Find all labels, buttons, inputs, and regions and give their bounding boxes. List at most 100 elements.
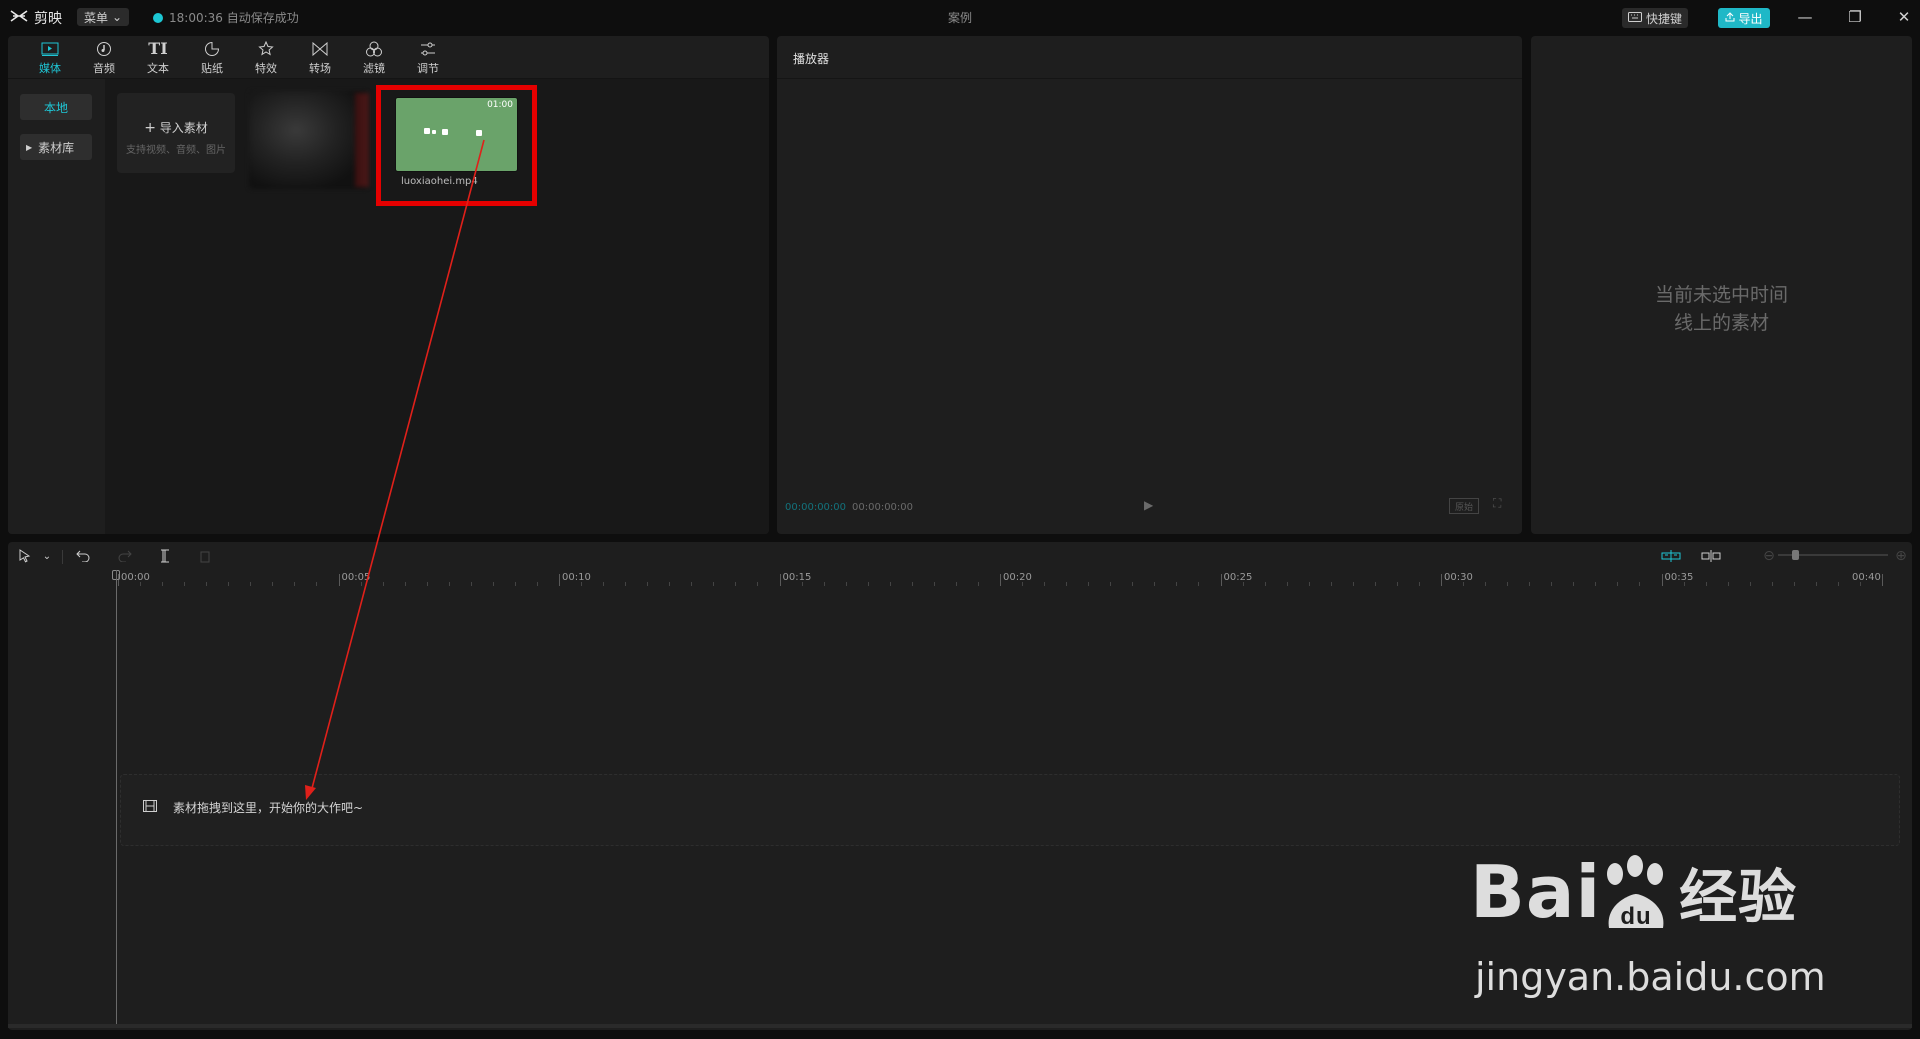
caret-right-icon: ▶ <box>26 142 33 152</box>
undo-icon[interactable] <box>74 548 92 564</box>
audio-icon <box>94 40 114 58</box>
text-icon: TI <box>148 38 168 58</box>
aspect-ratio-button[interactable]: 原始 <box>1449 498 1479 514</box>
ruler-minor-tick <box>294 582 296 586</box>
ruler-major-tick <box>1000 574 1001 586</box>
restore-icon[interactable]: ❐ <box>1840 7 1870 27</box>
properties-placeholder: 当前未选中时间 线上的素材 <box>1531 281 1912 337</box>
ruler-minor-tick <box>162 582 164 586</box>
ruler-minor-tick <box>1242 582 1244 586</box>
ruler-minor-tick <box>382 582 384 586</box>
import-media-button[interactable]: + 导入素材 支持视频、音频、图片 <box>117 93 235 173</box>
zoom-slider-handle[interactable] <box>1792 550 1799 560</box>
ruler-minor-tick <box>801 582 803 586</box>
shortcut-label: 快捷键 <box>1645 11 1682 26</box>
ruler-minor-tick <box>581 582 583 586</box>
close-icon[interactable]: ✕ <box>1889 7 1919 27</box>
select-cursor-icon[interactable] <box>16 548 34 564</box>
sidebar-item-library[interactable]: ▶ 素材库 <box>20 134 92 160</box>
ruler-minor-tick <box>1176 582 1178 586</box>
ruler-minor-tick <box>1110 582 1112 586</box>
ruler-major-tick <box>1882 574 1883 586</box>
save-status-text: 18:00:36 自动保存成功 <box>169 11 299 25</box>
tab-adjust[interactable]: 调节 <box>401 36 455 79</box>
zoom-in-icon[interactable]: ⊕ <box>1892 548 1910 564</box>
save-status: 18:00:36 自动保存成功 <box>153 9 299 26</box>
ruler-major-tick <box>1441 574 1442 586</box>
ruler-minor-tick <box>1551 582 1553 586</box>
ruler-minor-tick <box>603 582 605 586</box>
tab-audio-label: 音频 <box>93 61 115 75</box>
tab-transition-label: 转场 <box>309 61 331 75</box>
ruler-minor-tick <box>955 582 957 586</box>
media-icon <box>40 40 60 58</box>
minimize-icon[interactable]: — <box>1790 7 1820 27</box>
export-button[interactable]: 导出 <box>1718 8 1770 28</box>
export-icon <box>1725 11 1735 25</box>
ruler-minor-tick <box>1727 582 1729 586</box>
ruler-major-tick <box>559 574 560 586</box>
ruler-minor-tick <box>1374 582 1376 586</box>
blurred-media-thumbnail[interactable] <box>249 91 367 189</box>
ruler-minor-tick <box>713 582 715 586</box>
ruler-minor-tick <box>911 582 913 586</box>
fullscreen-icon[interactable]: ⛶ <box>1493 496 1501 511</box>
ruler-minor-tick <box>977 582 979 586</box>
ruler-minor-tick <box>1507 582 1509 586</box>
tab-transition[interactable]: 转场 <box>293 36 347 79</box>
tab-effects[interactable]: 特效 <box>239 36 293 79</box>
ruler-major-tick <box>779 574 781 586</box>
play-icon[interactable]: ▶ <box>1144 498 1153 512</box>
redo-icon[interactable] <box>116 548 134 564</box>
menu-button[interactable]: 菜单 ⌄ <box>77 8 129 26</box>
filter-icon <box>364 40 384 58</box>
keyboard-icon <box>1627 11 1642 25</box>
sidebar-item-local[interactable]: 本地 <box>20 94 92 120</box>
ruler-minor-tick <box>647 582 649 586</box>
split-icon[interactable] <box>156 548 174 564</box>
sticker-icon <box>202 40 222 58</box>
ruler-minor-tick <box>933 582 935 586</box>
tab-text[interactable]: TI 文本 <box>131 36 185 79</box>
tab-adjust-label: 调节 <box>417 61 439 75</box>
media-sidebar: 本地 ▶ 素材库 <box>8 79 106 534</box>
tab-sticker[interactable]: 贴纸 <box>185 36 239 79</box>
adjust-icon <box>418 40 438 58</box>
ruler-minor-tick <box>536 582 538 586</box>
tab-audio[interactable]: 音频 <box>77 36 131 79</box>
ruler-minor-tick <box>492 582 494 586</box>
magnet-snap-icon[interactable] <box>1660 548 1682 564</box>
ruler-tick-label: 00:15 <box>782 572 812 583</box>
placeholder-line: 当前未选中时间 <box>1654 284 1788 306</box>
ruler-minor-tick <box>360 582 362 586</box>
ruler-tick-label: 00:20 <box>1003 572 1032 583</box>
zoom-out-icon[interactable]: ⊖ <box>1760 548 1778 564</box>
tab-media[interactable]: 媒体 <box>23 36 77 79</box>
menu-label: 菜单 <box>83 10 108 25</box>
ruler-minor-tick <box>669 582 671 586</box>
delete-icon[interactable] <box>196 548 214 564</box>
main-track-drop-zone[interactable]: 素材拖拽到这里，开始你的大作吧~ <box>120 774 1900 846</box>
placeholder-line: 线上的素材 <box>1673 312 1769 334</box>
ruler-tick-label: 00:30 <box>1444 572 1473 583</box>
ruler-minor-tick <box>1639 582 1641 586</box>
tab-filter[interactable]: 滤镜 <box>347 36 401 79</box>
ruler-minor-tick <box>184 582 186 586</box>
plus-icon: + <box>144 120 156 136</box>
ruler-minor-tick <box>1485 582 1487 586</box>
media-tabs: 媒体 音频 TI 文本 贴纸 特效 转场 滤镜 调节 <box>8 36 769 79</box>
timeline-scrollbar[interactable] <box>8 1024 1912 1028</box>
ruler-major-tick <box>338 574 340 586</box>
link-clips-icon[interactable] <box>1700 548 1722 564</box>
player-divider <box>777 78 1522 79</box>
drop-hint-text: 素材拖拽到这里，开始你的大作吧~ <box>173 801 364 815</box>
export-label: 导出 <box>1738 11 1763 26</box>
shortcut-button[interactable]: 快捷键 <box>1622 8 1688 28</box>
ruler-tick-label: 00:00 <box>121 572 150 583</box>
playhead-line[interactable] <box>116 570 117 1025</box>
timeline-panel: ⌄ ⊖ ⊕ 00:00 00:05 00:10 00:15 00:20 00:25 00:3… <box>8 542 1912 1030</box>
ruler-major-tick <box>1220 574 1222 586</box>
timeline-ruler[interactable]: 00:00 00:05 00:10 00:15 00:20 00:25 00:30 00:35… <box>118 570 1912 586</box>
ruler-minor-tick <box>1595 582 1597 586</box>
chevron-down-icon[interactable]: ⌄ <box>38 548 56 564</box>
